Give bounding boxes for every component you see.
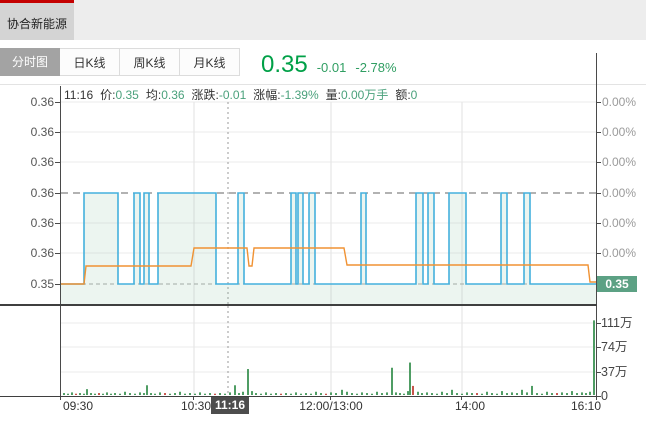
- tab-daily-k[interactable]: 日K线: [60, 48, 120, 76]
- time-axis-tick: [60, 397, 61, 400]
- axis-tick: [55, 223, 60, 224]
- axis-tick: [55, 162, 60, 163]
- time-axis-tick: [330, 397, 331, 400]
- tab-weekly-k[interactable]: 周K线: [120, 48, 180, 76]
- price-chart[interactable]: [61, 86, 597, 304]
- volume-axis-label: 37万: [601, 364, 645, 380]
- chart-area: 11:16价:0.35均:0.36涨跌:-0.01涨幅:-1.39%量:0.00…: [0, 84, 646, 421]
- time-axis-label: 09:30: [38, 399, 118, 413]
- time-axis-label: 14:00: [430, 399, 510, 413]
- price-axis-label: 0.36: [18, 124, 54, 140]
- price-axis-label: 0.35: [18, 276, 54, 292]
- axis-tick: [596, 323, 601, 324]
- right-axis-line: [596, 53, 597, 396]
- axis-tick: [596, 193, 601, 194]
- left-axis-line: [60, 86, 61, 396]
- time-axis-tick: [461, 397, 462, 400]
- price-change-pct: -2.78%: [355, 60, 396, 75]
- axis-tick: [55, 284, 60, 285]
- axis-tick: [596, 102, 601, 103]
- axis-tick: [55, 193, 60, 194]
- quote-summary: 0.35 -0.01 -2.78%: [261, 51, 397, 79]
- percent-axis-label: 0.00%: [602, 215, 646, 231]
- price-axis-label: 0.36: [18, 185, 54, 201]
- price-axis-label: 0.36: [18, 215, 54, 231]
- axis-tick: [596, 132, 601, 133]
- axis-tick: [55, 102, 60, 103]
- price-axis-label: 0.36: [18, 245, 54, 261]
- axis-tick: [596, 253, 601, 254]
- percent-axis-label: 0.00%: [602, 154, 646, 170]
- window-tab-strip: 协合新能源: [0, 0, 646, 40]
- time-axis-tick: [596, 397, 597, 400]
- volume-axis-label: 74万: [601, 339, 645, 355]
- axis-tick: [596, 347, 601, 348]
- axis-tick: [55, 132, 60, 133]
- time-axis-tick: [193, 397, 194, 400]
- cursor-time-badge: 11:16: [211, 397, 249, 414]
- tab-monthly-k[interactable]: 月K线: [180, 48, 240, 76]
- last-price: 0.35: [261, 51, 308, 79]
- axis-tick: [596, 162, 601, 163]
- volume-chart[interactable]: [61, 306, 597, 396]
- axis-tick: [55, 253, 60, 254]
- price-change: -0.01: [317, 60, 347, 75]
- percent-axis-label: 0.00%: [602, 124, 646, 140]
- stock-chart-window: 协合新能源 分时图 日K线 周K线 月K线 0.35 -0.01 -2.78% …: [0, 0, 646, 421]
- percent-axis-label: 0.00%: [602, 94, 646, 110]
- company-tab[interactable]: 协合新能源: [0, 0, 74, 40]
- time-axis-label: 16:10: [546, 399, 626, 413]
- time-axis-label: 12:00/13:00: [291, 399, 371, 413]
- price-axis-label: 0.36: [18, 154, 54, 170]
- last-price-badge: 0.35: [597, 276, 637, 292]
- volume-axis-label: 111万: [601, 315, 645, 331]
- axis-tick: [596, 223, 601, 224]
- volume-panel-top-border: [0, 304, 597, 306]
- percent-axis-label: 0.00%: [602, 185, 646, 201]
- tab-intraday[interactable]: 分时图: [0, 48, 60, 76]
- price-axis-label: 0.36: [18, 94, 54, 110]
- volume-panel-bottom-border: [0, 396, 597, 397]
- company-name-label: 协合新能源: [0, 15, 74, 32]
- axis-tick: [596, 372, 601, 373]
- percent-axis-label: 0.00%: [602, 245, 646, 261]
